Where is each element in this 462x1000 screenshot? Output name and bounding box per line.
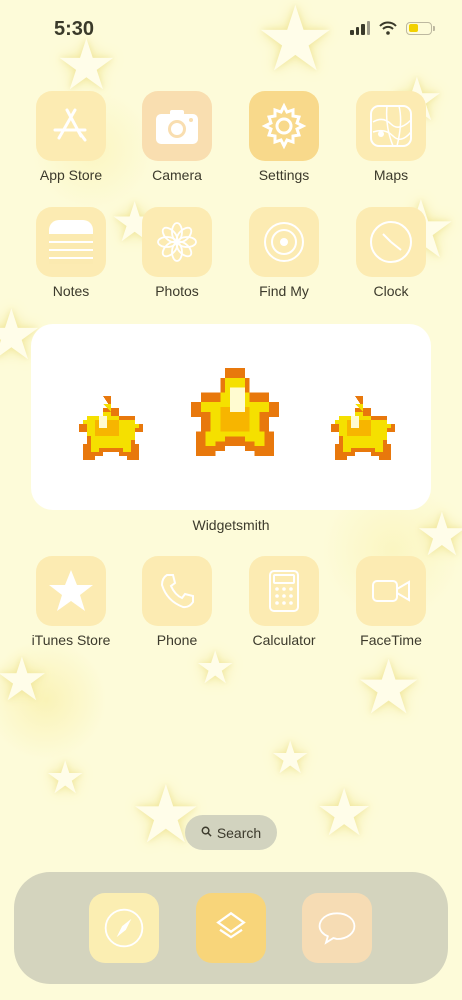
notes-icon: [36, 207, 106, 277]
calculator-app[interactable]: Calculator: [239, 556, 329, 648]
star-icon: [36, 556, 106, 626]
video-camera-icon: [356, 556, 426, 626]
app-label: Calculator: [252, 632, 316, 648]
phone-app[interactable]: Phone: [132, 556, 222, 648]
wallpaper-star: ★: [45, 752, 86, 803]
maps-app[interactable]: Maps: [346, 91, 436, 183]
map-icon: [356, 91, 426, 161]
cellular-signal-icon: [350, 21, 370, 35]
pixel-star-icon: [191, 368, 279, 456]
radar-icon: [249, 207, 319, 277]
search-icon: [201, 826, 212, 840]
search-label: Search: [216, 824, 262, 841]
safari-dock-app[interactable]: [89, 893, 159, 963]
app-label: Find My: [259, 283, 309, 299]
app-label: Maps: [373, 167, 409, 183]
settings-app[interactable]: Settings: [239, 91, 329, 183]
app-label: Phone: [156, 632, 198, 648]
wallpaper-star: ★: [355, 645, 423, 729]
app-store-app[interactable]: App Store: [26, 91, 116, 183]
wallpaper-star: ★: [270, 732, 311, 783]
clock-icon: [356, 207, 426, 277]
phone-icon: [142, 556, 212, 626]
app-label: Settings: [258, 167, 310, 183]
calculator-icon: [249, 556, 319, 626]
widgetsmith-widget[interactable]: [31, 324, 431, 510]
app-label: FaceTime: [360, 632, 422, 648]
messages-dock-app[interactable]: [302, 893, 372, 963]
facetime-app[interactable]: FaceTime: [346, 556, 436, 648]
wifi-icon: [379, 21, 397, 35]
camera-app[interactable]: Camera: [132, 91, 222, 183]
app-label: Camera: [152, 167, 202, 183]
flower-icon: [142, 207, 212, 277]
status-time: 5:30: [54, 18, 95, 40]
itunes-store-app[interactable]: iTunes Store: [26, 556, 116, 648]
status-icons: [350, 21, 435, 35]
wallpaper-star: ★: [0, 646, 49, 713]
notes-app[interactable]: Notes: [26, 207, 116, 299]
clock-app[interactable]: Clock: [346, 207, 436, 299]
app-label: iTunes Store: [31, 632, 111, 648]
pixel-star-icon: [331, 396, 395, 460]
wallpaper-star: ★: [255, 0, 336, 90]
shortcuts-icon: [216, 911, 246, 939]
widget-label: Widgetsmith: [192, 517, 270, 533]
app-label: App Store: [39, 167, 103, 183]
shortcuts-dock-app[interactable]: [196, 893, 266, 963]
wallpaper-star: ★: [315, 776, 374, 849]
gear-icon: [249, 91, 319, 161]
search-button[interactable]: Search: [185, 815, 277, 850]
app-store-icon: [36, 91, 106, 161]
app-label: Notes: [52, 283, 90, 299]
photos-app[interactable]: Photos: [132, 207, 222, 299]
wallpaper-star: ★: [195, 642, 236, 693]
pixel-star-icon: [79, 396, 143, 460]
dock: [14, 872, 448, 984]
app-label: Clock: [373, 283, 409, 299]
app-label: Photos: [155, 283, 199, 299]
compass-icon: [104, 908, 144, 948]
battery-icon: [406, 21, 435, 35]
find-my-app[interactable]: Find My: [239, 207, 329, 299]
chat-bubble-icon: [318, 912, 356, 945]
camera-icon: [142, 91, 212, 161]
